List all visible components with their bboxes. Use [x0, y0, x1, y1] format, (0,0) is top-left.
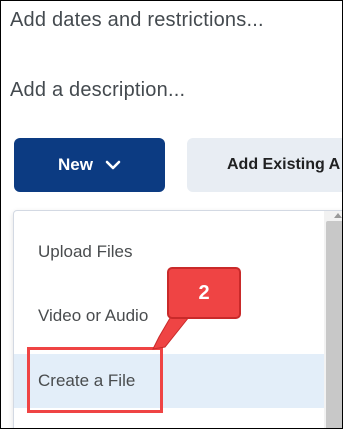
screenshot-frame: Add dates and restrictions... Add a desc… [0, 0, 343, 429]
add-dates-restrictions-link[interactable]: Add dates and restrictions... [10, 9, 264, 32]
menu-scrollbar[interactable] [324, 211, 342, 428]
add-description-link[interactable]: Add a description... [10, 79, 185, 102]
menu-item-label: Video or Audio [38, 306, 149, 325]
scroll-up-arrow-icon[interactable] [334, 213, 342, 218]
add-existing-label: Add Existing A [227, 156, 341, 173]
menu-item-label: Upload Files [38, 242, 133, 261]
step-number: 2 [198, 281, 210, 304]
annotation-highlight-box [27, 347, 163, 413]
chevron-down-icon [105, 160, 121, 170]
add-existing-button[interactable]: Add Existing A [187, 138, 342, 192]
scrollbar-thumb[interactable] [326, 221, 342, 428]
step-number-callout: 2 [167, 267, 241, 319]
new-button[interactable]: New [14, 138, 165, 192]
new-button-label: New [58, 155, 93, 174]
